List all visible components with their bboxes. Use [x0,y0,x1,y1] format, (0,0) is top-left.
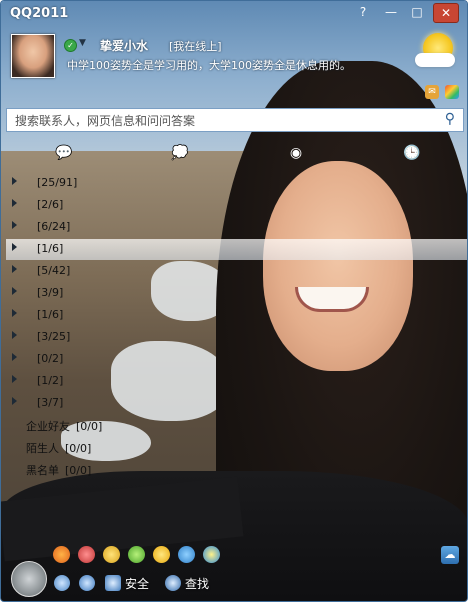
status-text: [我在线上] [169,40,222,53]
qq-pet-icon[interactable] [103,546,120,563]
qq-game-icon[interactable] [78,546,95,563]
qq-live-icon[interactable] [153,546,170,563]
mail-icon[interactable]: ✉ [425,85,439,99]
magnifier-icon [165,575,181,591]
qq-main-window: QQ2011 ? — □ ✕ ✓ ▼ 挚爱小水 [我在线上] 中学100姿势全是… [0,0,468,602]
expand-arrow-icon [12,177,17,185]
minimize-button[interactable]: — [379,3,403,21]
group-count: [0/2] [37,352,64,365]
find-label: 查找 [185,577,210,591]
search-icon[interactable]: ⚲ [445,111,455,127]
group-row[interactable]: [3/7] [6,393,467,414]
group-count: [0/0] [76,420,103,433]
shield-icon [105,575,121,591]
find-button[interactable]: 查找 [165,575,209,592]
tab-qzone[interactable]: ◉ [285,145,307,165]
group-row-blacklist[interactable]: 黑名单 [0/0] [6,459,467,480]
group-count: [1/6] [37,308,64,321]
search-box[interactable]: ⚲ [6,108,464,132]
weather-icon[interactable] [413,31,461,75]
group-row[interactable]: [0/2] [6,349,467,370]
security-button[interactable]: 安全 [105,575,149,592]
group-name: 企业好友 [26,420,70,433]
group-row[interactable]: [1/6] [6,239,467,260]
chevron-down-icon[interactable]: ▼ [79,38,86,48]
group-count: [6/24] [37,220,71,233]
group-row[interactable]: [5/42] [6,261,467,282]
close-button[interactable]: ✕ [433,3,459,23]
group-count: [1/2] [37,374,64,387]
group-count: [3/25] [37,330,71,343]
expand-arrow-icon [12,265,17,273]
group-count: [0/0] [65,442,92,455]
help-button[interactable]: ? [351,3,375,21]
expand-arrow-icon [12,375,17,383]
expand-arrow-icon [12,331,17,339]
qq-music-icon[interactable] [53,546,70,563]
group-count: [0/0] [65,464,92,477]
group-row[interactable]: [25/91] [6,173,467,194]
app-manager-icon[interactable] [445,85,459,99]
group-row[interactable]: [1/2] [6,371,467,392]
group-count: [5/42] [37,264,71,277]
group-count: [1/6] [37,242,64,255]
qq-guard-icon[interactable] [203,546,220,563]
group-row-enterprise-friends[interactable]: 企业好友 [0/0] [6,415,467,436]
cloud-icon[interactable]: ☁ [441,546,459,564]
search-input[interactable] [13,111,427,131]
group-row[interactable]: [1/6] [6,305,467,326]
group-row[interactable]: [3/25] [6,327,467,348]
security-label: 安全 [125,577,150,591]
tab-recent[interactable]: 🕒 [401,145,423,165]
expand-arrow-icon [12,353,17,361]
online-status-icon[interactable]: ✓ [64,39,77,52]
group-row[interactable]: [6/24] [6,217,467,238]
group-count: [2/6] [37,198,64,211]
app-shortcut-bar [53,546,228,566]
group-row[interactable]: [3/9] [6,283,467,304]
avatar[interactable] [11,34,55,78]
tab-contacts[interactable]: 💬 [53,145,75,165]
nickname: 挚爱小水 [100,39,149,53]
volume-icon[interactable] [79,575,99,591]
qq-farm-icon[interactable] [128,546,145,563]
expand-arrow-icon [12,309,17,317]
settings-icon[interactable] [54,575,74,591]
group-row[interactable]: [2/6] [6,195,467,216]
qq-browser-icon[interactable] [178,546,195,563]
qq-main-menu-button[interactable] [11,561,47,597]
tab-groups[interactable]: 💭 [169,145,191,165]
group-name: 陌生人 [26,442,59,455]
group-row-strangers[interactable]: 陌生人 [0/0] [6,437,467,458]
expand-arrow-icon [12,287,17,295]
expand-arrow-icon [12,397,17,405]
title-bar[interactable]: QQ2011 ? — □ ✕ [1,1,467,27]
group-count: [25/91] [37,176,78,189]
group-name: 黑名单 [26,464,59,477]
window-title: QQ2011 [10,6,69,21]
maximize-button[interactable]: □ [405,3,429,21]
expand-arrow-icon [12,243,17,251]
signature[interactable]: 中学100姿势全是学习用的，大学100姿势全是休息用的。 [67,57,351,73]
expand-arrow-icon [12,221,17,229]
expand-arrow-icon [12,199,17,207]
group-count: [3/7] [37,396,64,409]
group-count: [3/9] [37,286,64,299]
